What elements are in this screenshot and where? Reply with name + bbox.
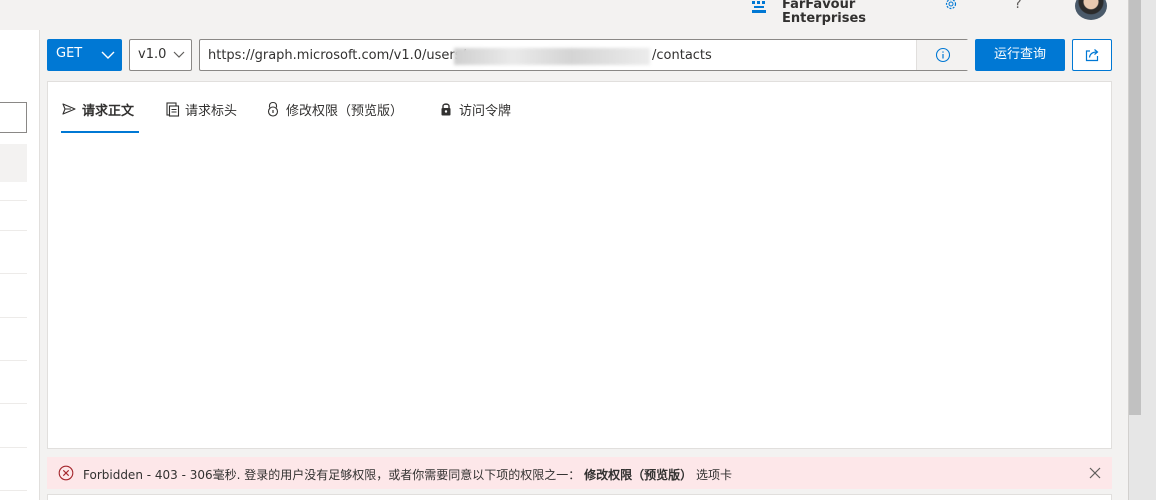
- url-prefix-text: https://graph.microsoft.com/v1.0/users/: [208, 48, 466, 63]
- api-version-label: v1.0: [138, 47, 167, 62]
- active-tab-indicator: [61, 131, 139, 133]
- help-icon[interactable]: ?: [1012, 0, 1024, 12]
- url-suffix-text: /contacts: [652, 48, 712, 63]
- shield-lock-icon: [267, 101, 279, 117]
- http-method-label: GET: [56, 46, 83, 61]
- tab-label: 访问令牌: [459, 104, 512, 119]
- share-button[interactable]: [1072, 39, 1112, 71]
- sidebar-divider: [0, 273, 27, 274]
- organization-icon: [752, 1, 766, 13]
- top-header: FarFavour Enterprises ?: [0, 0, 1128, 30]
- chevron-down-icon: [101, 51, 115, 59]
- error-permissions-link[interactable]: 修改权限（预览版）: [584, 468, 692, 482]
- request-body-editor[interactable]: [49, 142, 1110, 447]
- tab-label: 请求正文: [82, 104, 135, 119]
- organization-name[interactable]: FarFavour Enterprises: [782, 0, 892, 26]
- tab-request-headers[interactable]: 请求标头: [164, 99, 244, 133]
- response-panel: [47, 494, 1112, 500]
- organization-name-line2: Enterprises: [782, 11, 867, 26]
- gear-icon[interactable]: [943, 0, 959, 12]
- error-message-text: Forbidden - 403 - 306毫秒. 登录的用户没有足够权限，或者你…: [83, 466, 732, 483]
- url-info-button[interactable]: [916, 40, 968, 70]
- send-icon: [62, 103, 76, 115]
- error-trailing-text: 选项卡: [695, 468, 732, 482]
- redacted-user-id: [454, 48, 650, 65]
- sidebar-divider: [0, 317, 27, 318]
- tab-access-token[interactable]: 访问令牌: [438, 99, 518, 133]
- left-sidebar: [0, 30, 40, 500]
- chevron-down-icon: [173, 51, 185, 58]
- api-version-dropdown[interactable]: v1.0: [129, 39, 192, 71]
- sidebar-divider: [0, 360, 27, 361]
- tab-modify-permissions[interactable]: 修改权限（预览版）: [265, 99, 410, 133]
- sidebar-divider: [0, 403, 27, 404]
- sidebar-divider: [0, 490, 27, 491]
- request-panel: 请求正文 请求标头 修改权限（预览版） 访问令牌: [47, 81, 1112, 449]
- tab-label: 请求标头: [185, 104, 238, 119]
- lock-icon: [441, 103, 451, 116]
- tab-label: 修改权限（预览版）: [286, 104, 404, 119]
- tab-request-body[interactable]: 请求正文: [61, 99, 139, 133]
- close-icon[interactable]: [1088, 466, 1102, 480]
- sidebar-divider: [0, 230, 27, 231]
- sidebar-divider: [0, 447, 27, 448]
- error-icon: [58, 465, 74, 481]
- scrollbar-thumb[interactable]: [1129, 0, 1141, 415]
- request-url-input[interactable]: https://graph.microsoft.com/v1.0/users/ …: [199, 39, 968, 71]
- share-icon: [1085, 49, 1099, 62]
- sidebar-divider: [0, 200, 27, 201]
- avatar[interactable]: [1075, 0, 1107, 20]
- info-icon: [935, 47, 951, 63]
- error-message-bar: Forbidden - 403 - 306毫秒. 登录的用户没有足够权限，或者你…: [47, 457, 1112, 489]
- error-message: Forbidden - 403 - 306毫秒. 登录的用户没有足够权限，或者你…: [83, 468, 581, 482]
- run-query-button[interactable]: 运行查询: [975, 39, 1065, 71]
- document-icon: [166, 102, 180, 117]
- http-method-dropdown[interactable]: GET: [47, 39, 122, 71]
- sidebar-search-input[interactable]: [0, 102, 27, 133]
- sidebar-selected-item[interactable]: [0, 144, 27, 182]
